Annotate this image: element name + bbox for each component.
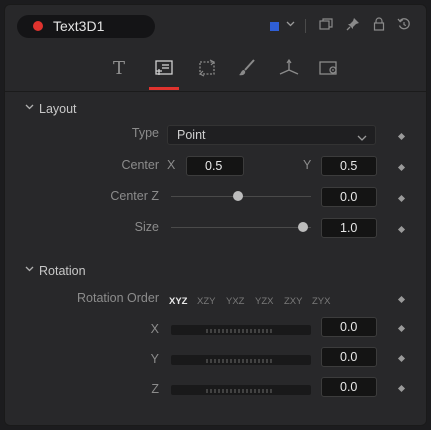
chevron-down-icon <box>25 264 34 276</box>
node-title: Text3D1 <box>53 18 105 34</box>
inspector-panel: Text3D1 T Layout Type Point Center X 0.5… <box>4 4 427 426</box>
center-z-keyframe-diamond[interactable] <box>397 194 406 203</box>
rotation-y-label: Y <box>150 352 159 366</box>
rotation-order-zyx[interactable]: ZYX <box>312 296 330 307</box>
rotation-y-thumbwheel[interactable] <box>171 355 311 365</box>
header-separator <box>305 19 306 33</box>
reset-icon[interactable] <box>397 17 411 33</box>
transform-icon <box>198 59 216 77</box>
rotation-x-label: X <box>150 322 159 336</box>
rotation-y-keyframe-diamond[interactable] <box>397 354 406 363</box>
center-z-slider-knob[interactable] <box>233 191 243 201</box>
type-keyframe-diamond[interactable] <box>397 132 406 141</box>
center-label: Center <box>121 158 159 172</box>
rotation-section-title: Rotation <box>39 264 86 278</box>
center-z-value: 0.0 <box>340 190 358 204</box>
type-value: Point <box>177 128 206 142</box>
rotation-z-thumbwheel[interactable] <box>171 385 311 395</box>
lock-icon[interactable] <box>373 17 385 33</box>
rotation-z-keyframe-diamond[interactable] <box>397 384 406 393</box>
tab-shading[interactable] <box>232 55 262 81</box>
center-y-axis-label: Y <box>303 158 312 172</box>
rotation-order-keyframe-diamond[interactable] <box>397 295 406 304</box>
center-y-input[interactable]: 0.5 <box>321 156 377 176</box>
layout-icon <box>155 60 173 75</box>
rotation-x-value: 0.0 <box>340 320 358 334</box>
settings-icon <box>319 61 337 75</box>
chevron-down-icon <box>357 130 367 148</box>
rotation-y-input[interactable]: 0.0 <box>321 347 377 367</box>
rotation-z-input[interactable]: 0.0 <box>321 377 377 397</box>
node-enable-dot[interactable] <box>33 21 43 31</box>
axis-icon <box>279 59 299 75</box>
tab-layout[interactable] <box>149 55 179 81</box>
active-tab-indicator <box>149 87 179 90</box>
center-x-axis-label: X <box>167 158 176 172</box>
rotation-z-label: Z <box>151 382 159 396</box>
rotation-section-header[interactable]: Rotation <box>5 261 426 281</box>
rotation-x-input[interactable]: 0.0 <box>321 317 377 337</box>
rotation-x-keyframe-diamond[interactable] <box>397 324 406 333</box>
rotation-order-xyz[interactable]: XYZ <box>169 296 187 307</box>
rotation-y-value: 0.0 <box>340 350 358 364</box>
type-dropdown[interactable]: Point <box>167 125 376 145</box>
size-keyframe-diamond[interactable] <box>397 225 406 234</box>
brush-icon <box>239 59 255 76</box>
layout-section-header[interactable]: Layout <box>5 99 426 119</box>
tab-bar: T <box>5 47 426 92</box>
center-x-input[interactable]: 0.5 <box>186 156 244 176</box>
rotation-z-value: 0.0 <box>340 380 358 394</box>
chevron-down-icon <box>25 102 34 114</box>
center-keyframe-diamond[interactable] <box>397 163 406 172</box>
text-icon: T <box>112 57 125 79</box>
size-slider-track[interactable] <box>171 227 311 228</box>
center-y-value: 0.5 <box>340 159 358 173</box>
rotation-order-zxy[interactable]: ZXY <box>284 296 302 307</box>
node-color-swatch[interactable] <box>270 22 279 31</box>
rotation-order-xzy[interactable]: XZY <box>197 296 215 307</box>
center-z-label: Center Z <box>110 189 159 203</box>
tab-text[interactable]: T <box>104 55 134 81</box>
tab-3d[interactable] <box>274 55 304 81</box>
rotation-order-yxz[interactable]: YXZ <box>226 296 244 307</box>
size-slider-knob[interactable] <box>298 222 308 232</box>
pin-icon[interactable] <box>346 17 360 33</box>
panel-header: Text3D1 <box>5 5 426 43</box>
size-input[interactable]: 1.0 <box>321 218 377 238</box>
size-label: Size <box>134 220 159 234</box>
rotation-order-label: Rotation Order <box>77 291 159 305</box>
center-z-input[interactable]: 0.0 <box>321 187 377 207</box>
center-x-value: 0.5 <box>205 159 223 173</box>
size-value: 1.0 <box>340 221 358 235</box>
chevron-down-icon[interactable] <box>285 18 296 31</box>
tab-transform[interactable] <box>192 55 222 81</box>
type-label: Type <box>131 126 159 140</box>
rotation-x-thumbwheel[interactable] <box>171 325 311 335</box>
window-icon[interactable] <box>319 18 333 33</box>
tab-settings[interactable] <box>314 55 344 81</box>
rotation-order-yzx[interactable]: YZX <box>255 296 273 307</box>
layout-section-title: Layout <box>39 102 77 116</box>
